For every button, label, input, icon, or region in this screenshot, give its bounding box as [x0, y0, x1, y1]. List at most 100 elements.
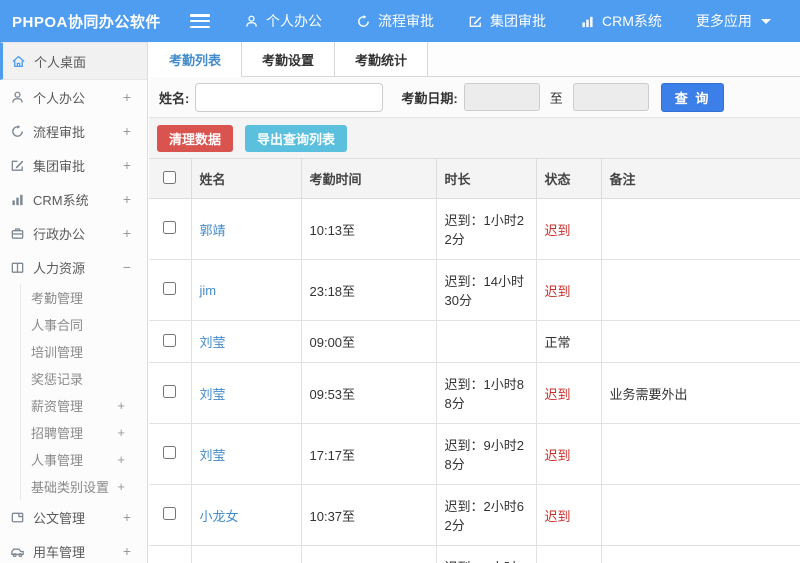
sidebar-item-group-approval[interactable]: 集团审批 + — [0, 148, 147, 182]
sidebar-item-vehicle-mgmt[interactable]: 用车管理 + — [0, 534, 147, 563]
employee-name-link[interactable]: 刘莹 — [200, 335, 226, 350]
row-checkbox[interactable] — [163, 446, 177, 459]
select-all-checkbox[interactable] — [163, 170, 177, 184]
nav-more-apps[interactable]: 更多应用 — [696, 11, 771, 31]
edit-icon — [10, 158, 25, 173]
action-bar: 清理数据 导出查询列表 — [149, 118, 800, 158]
expand-icon[interactable]: + — [123, 191, 131, 207]
attendance-table: 姓名 考勤时间 时长 状态 备注 郭靖 10:13至 迟到：1小时22分 迟到 — [149, 158, 800, 563]
sidebar-subitem-hr-contract[interactable]: 人事合同 — [21, 311, 147, 338]
duration: 迟到：14小时30分 — [435, 259, 537, 321]
export-list-button[interactable]: 导出查询列表 — [245, 124, 348, 152]
sidebar-subitem-recruit-mgmt[interactable]: 招聘管理 + — [21, 419, 147, 446]
note — [600, 423, 800, 485]
document-icon — [10, 510, 25, 525]
col-status: 状态 — [535, 158, 602, 199]
tab-attendance-list[interactable]: 考勤列表 — [149, 42, 243, 77]
table-row: 刘莹 09:53至 迟到：1小时88分 迟到 业务需要外出 — [149, 362, 800, 424]
sidebar-subitem-salary-mgmt[interactable]: 薪资管理 + — [21, 392, 147, 419]
sidebar-subitem-reward-punishment[interactable]: 奖惩记录 — [21, 365, 147, 392]
employee-name-link[interactable]: 刘莹 — [200, 387, 226, 402]
col-name: 姓名 — [190, 158, 302, 199]
status-text: 正常 — [535, 320, 602, 363]
expand-icon[interactable]: + — [117, 425, 125, 440]
sidebar-item-label: CRM系统 — [33, 192, 89, 208]
sidebar-item-personal-desktop[interactable]: 个人桌面 — [0, 42, 147, 80]
attendance-time: 23:18至 — [300, 259, 437, 321]
sidebar-subitem-label: 招聘管理 — [31, 426, 84, 441]
attendance-time: 10:54至10:54 — [300, 545, 437, 563]
status-text: 迟到/早退 — [535, 545, 602, 563]
top-nav: 个人办公 流程审批 集团审批 CRM系统 更多应用 — [244, 11, 771, 31]
expand-icon[interactable]: + — [123, 543, 131, 559]
sidebar-item-label: 行政办公 — [33, 226, 86, 242]
sidebar-item-label: 用车管理 — [33, 544, 86, 560]
row-checkbox[interactable] — [163, 385, 177, 398]
sidebar-item-document-mgmt[interactable]: 公文管理 + — [0, 500, 147, 534]
name-filter-input[interactable] — [195, 82, 384, 112]
duration — [435, 320, 537, 363]
expand-icon[interactable]: + — [123, 509, 131, 525]
expand-icon[interactable]: + — [123, 89, 131, 105]
expand-icon[interactable]: + — [123, 157, 131, 173]
search-button[interactable]: 查 询 — [660, 82, 725, 112]
employee-name-link[interactable]: 郭靖 — [200, 223, 226, 238]
nav-label: CRM系统 — [602, 13, 662, 29]
employee-name-link[interactable]: 小龙女 — [200, 509, 239, 524]
hamburger-menu-icon[interactable] — [190, 14, 210, 28]
sidebar-item-personal-office[interactable]: 个人办公 + — [0, 80, 147, 114]
sidebar-subitem-training-mgmt[interactable]: 培训管理 — [21, 338, 147, 365]
top-bar: PHPOA协同办公软件 个人办公 流程审批 集团审批 CRM系统 更多应用 — [0, 0, 800, 42]
chart-icon — [580, 14, 595, 29]
expand-icon[interactable]: + — [117, 479, 125, 494]
duration: 迟到：2小时62分 — [435, 484, 537, 546]
tab-bar: 考勤列表 考勤设置 考勤统计 — [149, 42, 800, 77]
note — [600, 484, 800, 546]
row-checkbox[interactable] — [163, 282, 177, 295]
note: 业务需要外出 — [600, 362, 800, 424]
clear-data-button[interactable]: 清理数据 — [157, 124, 234, 152]
sidebar-item-human-resources[interactable]: 人力资源 − — [0, 250, 147, 284]
duration: 迟到：1小时88分 — [435, 362, 537, 424]
sidebar-item-admin-office[interactable]: 行政办公 + — [0, 216, 147, 250]
main-content: 考勤列表 考勤设置 考勤统计 姓名: 考勤日期: 至 查 询 清理数据 导出查询… — [149, 42, 800, 563]
tab-attendance-settings[interactable]: 考勤设置 — [242, 42, 336, 76]
expand-icon[interactable]: + — [123, 123, 131, 139]
sidebar-subitem-label: 考勤管理 — [31, 291, 84, 306]
expand-icon[interactable]: + — [117, 398, 125, 413]
nav-personal-office[interactable]: 个人办公 — [244, 11, 322, 31]
row-checkbox[interactable] — [163, 507, 177, 520]
sidebar-subitem-base-category-settings[interactable]: 基础类别设置 + — [21, 473, 147, 500]
sidebar-item-workflow-approval[interactable]: 流程审批 + — [0, 114, 147, 148]
row-checkbox[interactable] — [163, 221, 177, 234]
nav-group-approval[interactable]: 集团审批 — [468, 11, 546, 31]
process-icon — [356, 14, 371, 29]
tab-attendance-stats[interactable]: 考勤统计 — [335, 42, 429, 76]
sidebar: 个人桌面 个人办公 + 流程审批 + 集团审批 + CRM系统 + 行政办公 + — [0, 42, 148, 563]
sidebar-item-crm-system[interactable]: CRM系统 + — [0, 182, 147, 216]
date-to-input[interactable] — [572, 83, 649, 111]
employee-name-link[interactable]: jim — [200, 283, 217, 298]
sidebar-subitem-personnel-mgmt[interactable]: 人事管理 + — [21, 446, 147, 473]
expand-icon[interactable]: + — [117, 452, 125, 467]
sidebar-subitem-label: 薪资管理 — [31, 399, 84, 414]
expand-icon[interactable]: + — [123, 225, 131, 241]
sidebar-subitem-label: 人事管理 — [31, 453, 84, 468]
app-window: PHPOA协同办公软件 个人办公 流程审批 集团审批 CRM系统 更多应用 个人… — [0, 0, 800, 563]
nav-workflow-approval[interactable]: 流程审批 — [356, 11, 434, 31]
employee-name-link[interactable]: 刘莹 — [200, 448, 226, 463]
sidebar-item-label: 人力资源 — [33, 260, 86, 276]
nav-crm-system[interactable]: CRM系统 — [580, 11, 662, 31]
row-checkbox[interactable] — [163, 333, 177, 347]
table-row: 管理员 10:54至10:54 迟到：2小时90分早退：7小时10分 迟到/早退… — [149, 545, 800, 563]
table-row: 刘莹 17:17至 迟到：9小时28分 迟到 — [149, 423, 800, 485]
status-text: 迟到 — [535, 362, 602, 424]
sidebar-item-label: 个人桌面 — [34, 54, 87, 70]
col-duration: 时长 — [435, 158, 537, 199]
name-filter-label: 姓名: — [159, 90, 190, 106]
sidebar-subitem-label: 基础类别设置 — [31, 480, 110, 495]
collapse-icon[interactable]: − — [123, 259, 131, 275]
date-from-input[interactable] — [463, 83, 540, 111]
sidebar-subitem-label: 人事合同 — [31, 318, 84, 333]
sidebar-subitem-attendance-mgmt[interactable]: 考勤管理 — [21, 284, 147, 311]
